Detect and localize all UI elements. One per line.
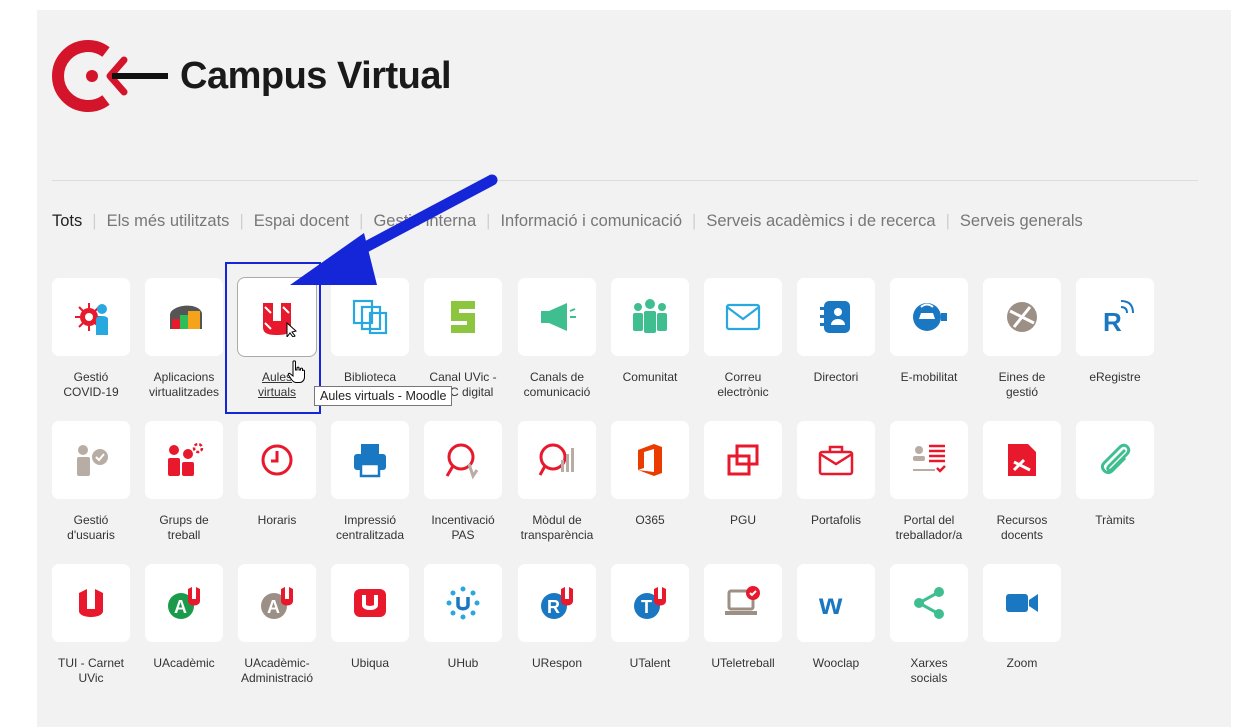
hand-cursor-icon [287, 360, 305, 383]
annotation-arrow-icon [290, 174, 498, 285]
tooltip: Aules virtuals - Moodle [314, 386, 453, 406]
